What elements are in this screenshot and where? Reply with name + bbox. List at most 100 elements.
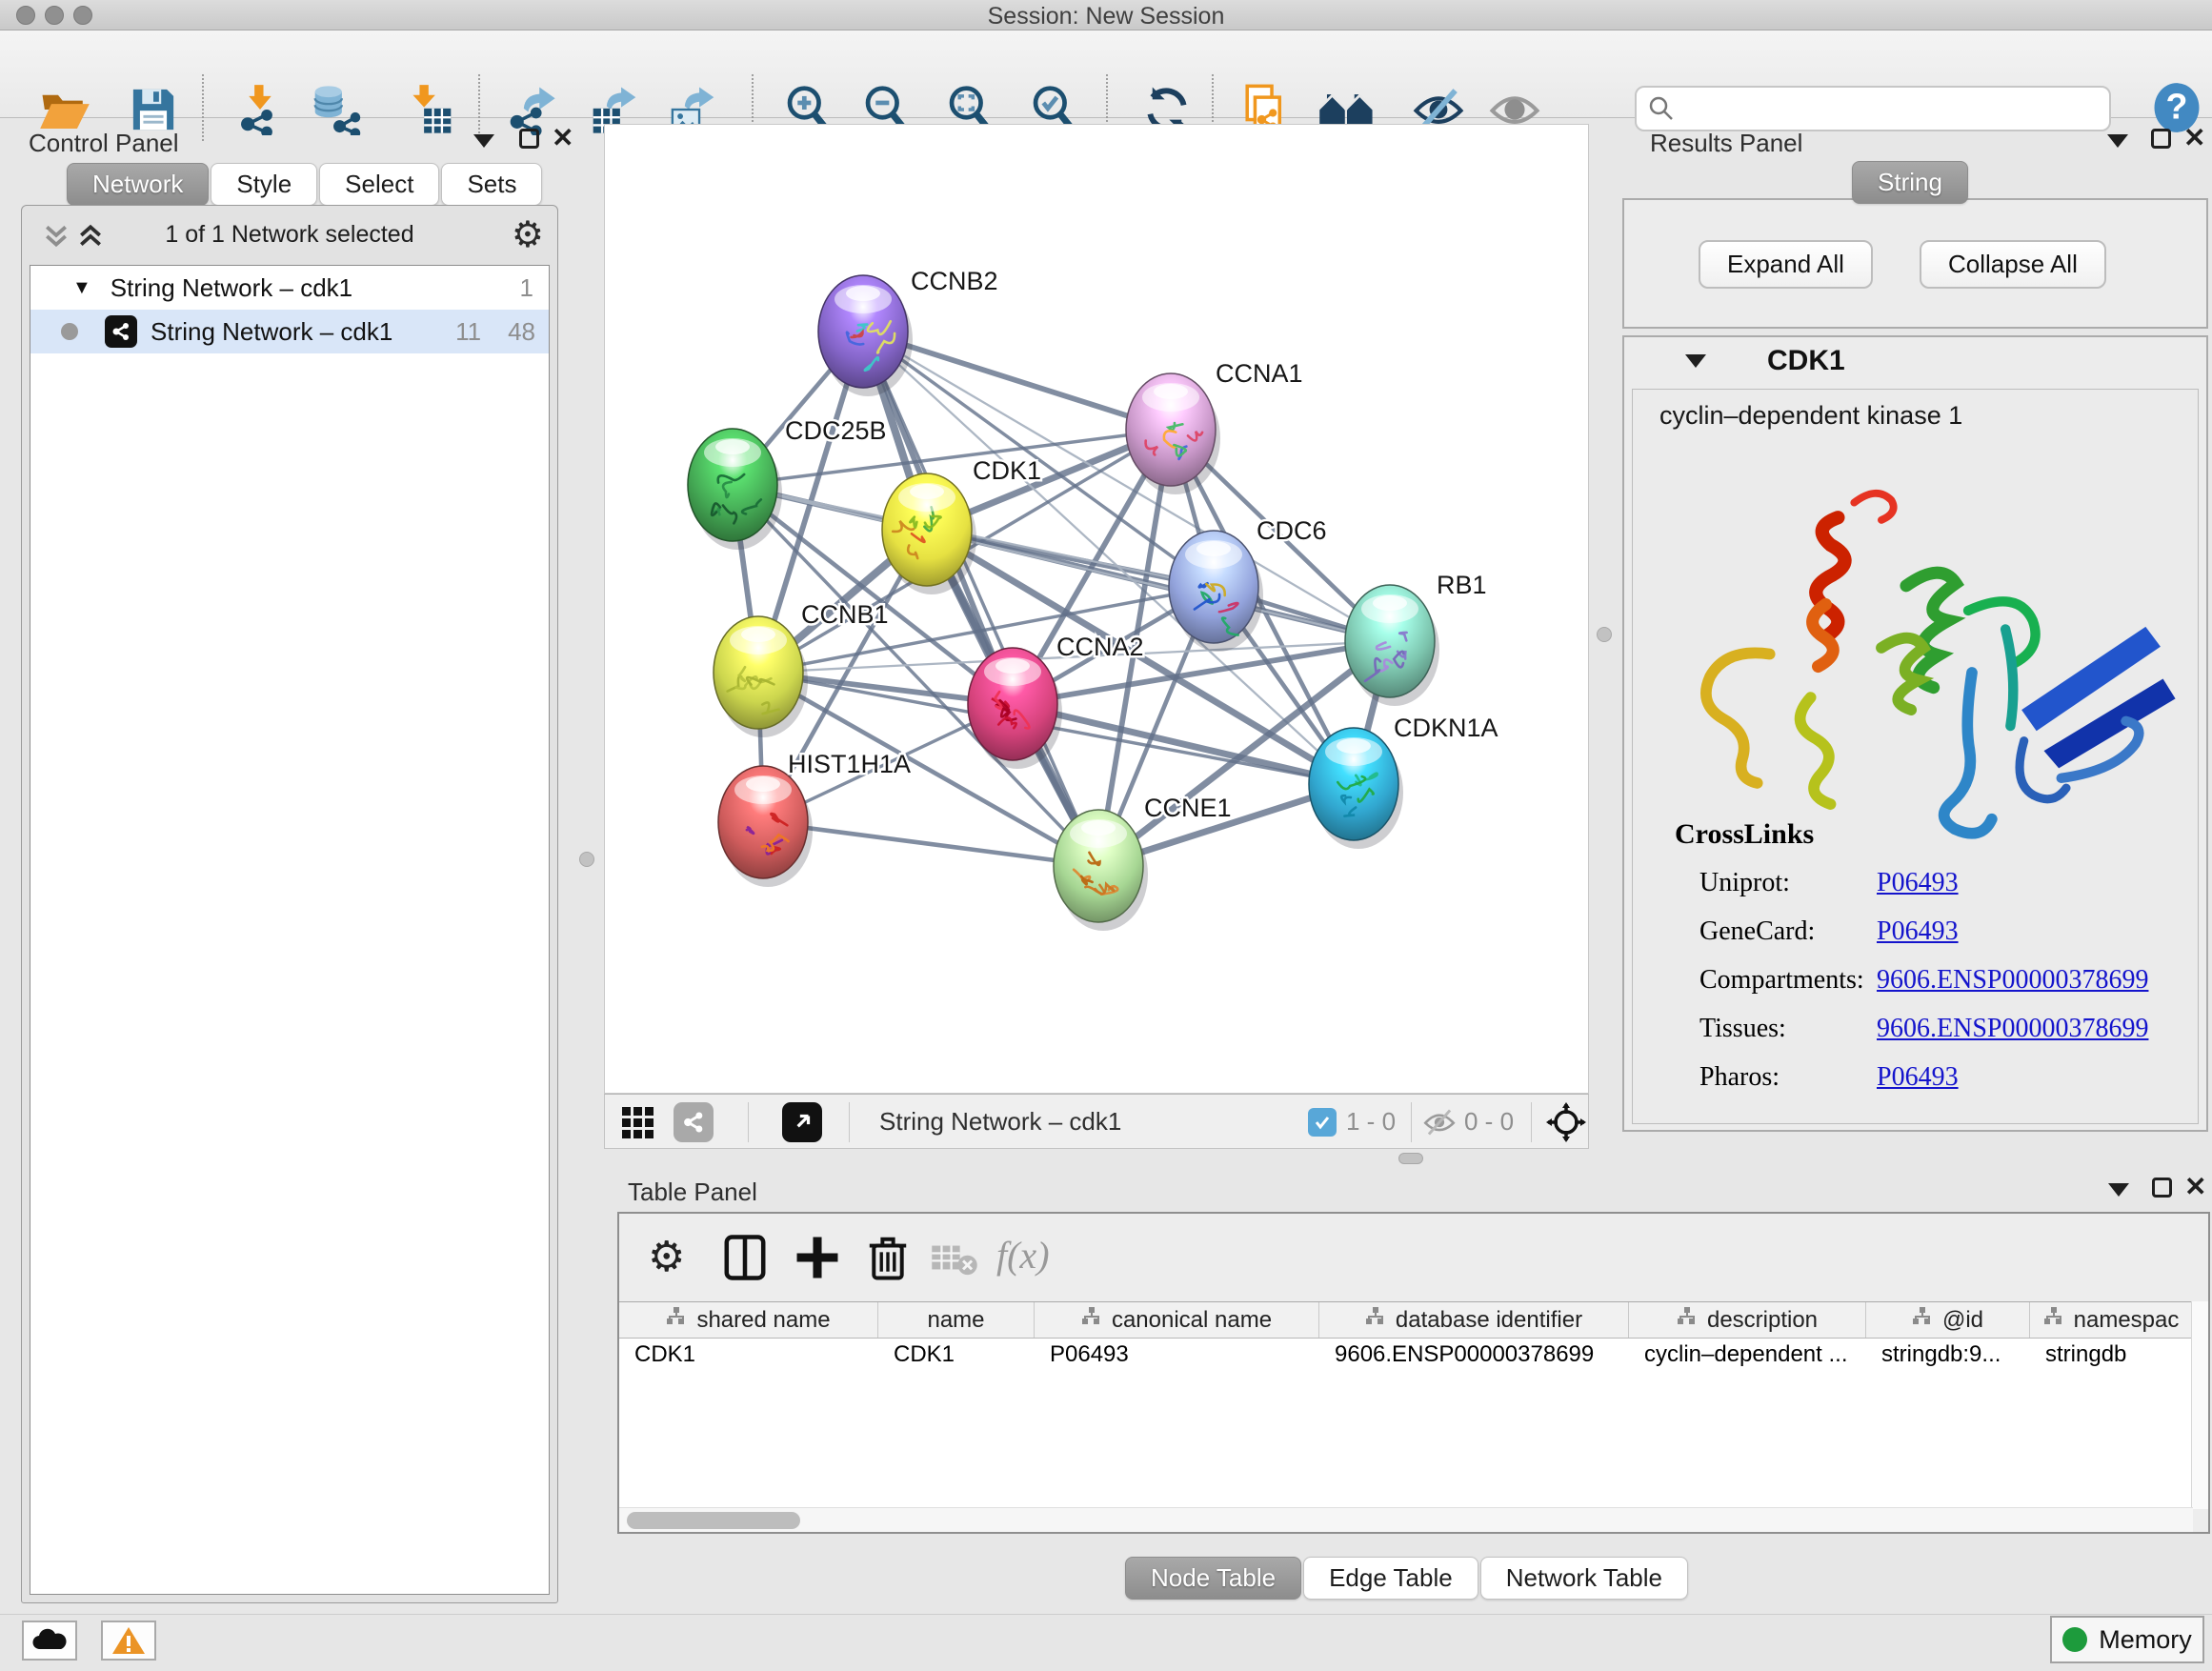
table-row[interactable]: CDK1CDK1P064939606.ENSP00000378699cyclin… [619, 1339, 2193, 1373]
column-type-icon [1912, 1306, 1933, 1334]
column-header-@id[interactable]: @id [1866, 1302, 2030, 1338]
results-panel-float-icon[interactable] [2151, 129, 2171, 149]
search-icon [1648, 95, 1675, 122]
table-tabs: Node TableEdge TableNetwork Table [1125, 1557, 1690, 1600]
node-count: 11 [455, 317, 481, 347]
column-header-database-identifier[interactable]: database identifier [1319, 1302, 1629, 1338]
table-settings-gear-icon[interactable]: ⚙ [648, 1233, 697, 1282]
tab-node-table[interactable]: Node Table [1125, 1557, 1301, 1600]
column-type-icon [1081, 1306, 1102, 1334]
control-panel-float-icon[interactable] [519, 129, 539, 149]
control-panel-collapse-icon[interactable] [473, 134, 494, 148]
graph-node-label: CCNB1 [801, 600, 889, 629]
network-view-canvas[interactable]: CCNB2CCNA1CDC25BCDK1CDC6RB1CCNB1CCNA2CDK… [604, 124, 1589, 1094]
results-panel-title: Results Panel [1650, 129, 1802, 158]
column-header-name[interactable]: name [878, 1302, 1035, 1338]
table-header-row: shared namenamecanonical namedatabase id… [619, 1302, 2193, 1339]
horizontal-splitter-handle[interactable] [1398, 1153, 1423, 1164]
show-columns-icon[interactable] [720, 1233, 770, 1282]
crosslink-link[interactable]: 9606.ENSP00000378699 [1877, 1014, 2148, 1044]
graph-node-RB1[interactable] [1345, 585, 1435, 697]
network-name-label: String Network – cdk1 [151, 317, 392, 347]
cloud-status-button[interactable] [22, 1621, 77, 1661]
network-list-header: 1 of 1 Network selected ⚙ [22, 206, 557, 265]
graph-node-HIST1H1A[interactable] [718, 766, 808, 878]
delete-column-icon[interactable] [863, 1233, 913, 1282]
fit-center-crosshair-icon[interactable] [1546, 1102, 1586, 1147]
crosslink-link[interactable]: P06493 [1877, 916, 1959, 947]
vertical-splitter-handle[interactable] [1597, 627, 1612, 642]
network-view-mode-icon[interactable] [674, 1102, 714, 1142]
network-collection-label: String Network – cdk1 [111, 273, 352, 303]
memory-label: Memory [2099, 1625, 2192, 1655]
network-tree-network-row[interactable]: String Network – cdk1 11 48 [30, 310, 549, 353]
table-body: CDK1CDK1P064939606.ENSP00000378699cyclin… [619, 1339, 2193, 1373]
tree-expand-icon[interactable]: ▼ [72, 277, 91, 299]
scrollbar-thumb[interactable] [627, 1512, 800, 1529]
graph-node-CDKN1A[interactable] [1309, 728, 1398, 840]
graph-node-label: CCNB2 [911, 267, 998, 295]
graph-node-CCNB2[interactable] [818, 275, 908, 388]
tab-style[interactable]: Style [211, 163, 317, 206]
column-header-shared-name[interactable]: shared name [619, 1302, 878, 1338]
table-cell: 9606.ENSP00000378699 [1319, 1339, 1629, 1373]
graph-node-label: RB1 [1437, 571, 1487, 599]
detach-view-icon[interactable] [782, 1102, 822, 1142]
crosslink-label: Pharos: [1699, 1062, 1780, 1093]
network-tree-root-row[interactable]: ▼ String Network – cdk1 1 [30, 266, 549, 310]
gene-name: CDK1 [1767, 345, 1845, 377]
table-cell: cyclin–dependent ... [1629, 1339, 1866, 1373]
warnings-button[interactable] [101, 1621, 156, 1661]
graph-node-CCNA2[interactable] [968, 648, 1057, 760]
search-input[interactable] [1675, 95, 2084, 122]
selected-checkbox-icon[interactable] [1308, 1108, 1337, 1137]
collapse-all-button[interactable]: Collapse All [1920, 240, 2106, 289]
node-table[interactable]: shared namenamecanonical namedatabase id… [619, 1301, 2193, 1509]
graph-node-CCNE1[interactable] [1054, 810, 1143, 922]
crosslink-link[interactable]: P06493 [1877, 868, 1959, 898]
table-panel-float-icon[interactable] [2152, 1178, 2172, 1198]
control-panel: Control Panel ✕ NetworkStyleSelectSets 1… [8, 121, 572, 1608]
table-panel-close-icon[interactable]: ✕ [2184, 1174, 2206, 1200]
network-selection-status: 1 of 1 Network selected [22, 221, 557, 249]
selected-node-edge-count: 1 - 0 [1346, 1107, 1396, 1137]
gene-section-collapse-icon[interactable] [1685, 354, 1706, 368]
table-cell: P06493 [1035, 1339, 1319, 1373]
network-options-gear-icon[interactable]: ⚙ [512, 213, 544, 256]
graph-node-label: CDC6 [1257, 516, 1327, 545]
cloud-icon [30, 1626, 69, 1655]
toolbar-separator [1411, 1102, 1412, 1142]
crosslink-link[interactable]: 9606.ENSP00000378699 [1877, 965, 2148, 996]
results-panel-close-icon[interactable]: ✕ [2183, 125, 2205, 151]
table-horizontal-scrollbar[interactable] [619, 1507, 2193, 1532]
grid-view-icon[interactable] [620, 1105, 654, 1144]
network-graph[interactable]: CCNB2CCNA1CDC25BCDK1CDC6RB1CCNB1CCNA2CDK… [605, 125, 1588, 1093]
graph-node-CDC25B[interactable] [688, 429, 777, 541]
collection-count: 1 [520, 273, 533, 303]
tab-network-table[interactable]: Network Table [1480, 1557, 1688, 1600]
crosslink-link[interactable]: P06493 [1877, 1062, 1959, 1093]
tab-network[interactable]: Network [67, 163, 209, 206]
tab-select[interactable]: Select [319, 163, 439, 206]
tab-sets[interactable]: Sets [441, 163, 542, 206]
graph-node-CCNA1[interactable] [1126, 373, 1216, 486]
expand-all-button[interactable]: Expand All [1699, 240, 1873, 289]
gene-section: CDK1 cyclin–dependent kinase 1 [1622, 335, 2208, 1132]
control-panel-close-icon[interactable]: ✕ [552, 125, 573, 151]
memory-button[interactable]: Memory [2050, 1616, 2204, 1663]
tab-string[interactable]: String [1852, 161, 1968, 204]
table-panel-collapse-icon[interactable] [2108, 1183, 2129, 1197]
graph-node-CDC6[interactable] [1169, 531, 1258, 643]
column-header-canonical-name[interactable]: canonical name [1035, 1302, 1319, 1338]
vertical-splitter-handle[interactable] [579, 852, 594, 867]
results-panel-collapse-icon[interactable] [2107, 134, 2128, 148]
graph-node-CCNB1[interactable] [714, 616, 803, 729]
tab-edge-table[interactable]: Edge Table [1303, 1557, 1478, 1600]
hidden-eye-icon [1422, 1106, 1457, 1143]
graph-node-CDK1[interactable] [882, 473, 972, 586]
column-header-description[interactable]: description [1629, 1302, 1866, 1338]
edge-count: 48 [508, 317, 535, 347]
add-column-icon[interactable] [793, 1233, 842, 1282]
column-header-namespac[interactable]: namespac [2030, 1302, 2193, 1338]
table-vertical-scrollbar[interactable] [2191, 1301, 2208, 1509]
